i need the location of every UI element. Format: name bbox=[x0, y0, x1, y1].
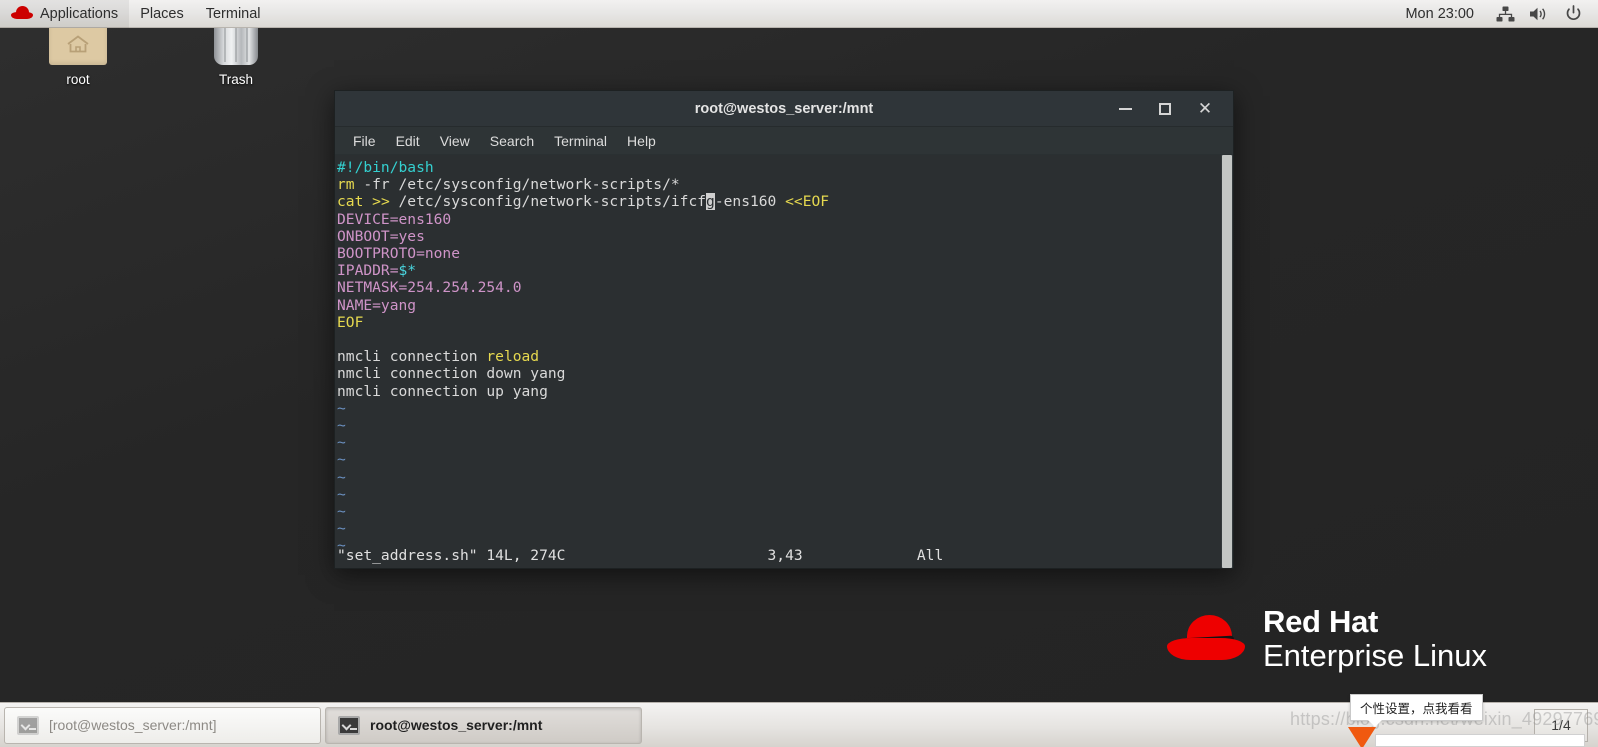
terminal-line: ~ bbox=[337, 434, 346, 452]
terminal-line: ~ bbox=[337, 451, 346, 469]
network-icon bbox=[1496, 6, 1514, 21]
terminal-scrollbar-thumb[interactable] bbox=[1222, 155, 1232, 568]
menu-edit[interactable]: Edit bbox=[386, 130, 430, 152]
power-tray-icon[interactable] bbox=[1556, 0, 1590, 28]
window-minimize-button[interactable] bbox=[1105, 94, 1145, 124]
terminal-line: ONBOOT=yes bbox=[337, 227, 425, 245]
terminal-window[interactable]: root@westos_server:/mnt ✕ File Edit View… bbox=[334, 90, 1234, 569]
volume-icon bbox=[1530, 7, 1546, 20]
window-close-button[interactable]: ✕ bbox=[1185, 94, 1225, 124]
panel-menu-applications[interactable]: Applications bbox=[0, 0, 130, 28]
terminal-line: nmcli connection down yang bbox=[337, 365, 566, 383]
terminal-icon bbox=[17, 715, 39, 735]
panel-clock[interactable]: Mon 23:00 bbox=[1391, 6, 1488, 22]
taskbar-item-label: [root@westos_server:/mnt] bbox=[49, 717, 217, 733]
terminal-line: #!/bin/bash bbox=[337, 159, 434, 176]
terminal-line: ~ bbox=[337, 485, 346, 503]
taskbar-item-label: root@westos_server:/mnt bbox=[370, 717, 543, 733]
panel-menu-places[interactable]: Places bbox=[129, 0, 195, 28]
panel-menu-label: Terminal bbox=[205, 5, 261, 22]
desktop-icon-label: root bbox=[66, 72, 90, 87]
vim-editor-text: #!/bin/bash rm -fr /etc/sysconfig/network… bbox=[335, 159, 1233, 555]
maximize-icon bbox=[1159, 102, 1171, 115]
terminal-content-area[interactable]: #!/bin/bash rm -fr /etc/sysconfig/network… bbox=[335, 155, 1233, 568]
menu-view[interactable]: View bbox=[430, 130, 480, 152]
terminal-line: EOF bbox=[337, 313, 364, 331]
personalization-tooltip[interactable]: 个性设置，点我看看 bbox=[1350, 694, 1483, 727]
taskbar-item-0[interactable]: [root@westos_server:/mnt] bbox=[4, 706, 321, 744]
taskbar-item-1[interactable]: root@westos_server:/mnt bbox=[325, 706, 642, 744]
terminal-line: IPADDR=$* bbox=[337, 262, 417, 280]
terminal-line: NAME=yang bbox=[337, 296, 417, 314]
terminal-line: nmcli connection up yang bbox=[337, 382, 548, 400]
terminal-line: NETMASK=254.254.254.0 bbox=[337, 279, 522, 297]
power-icon bbox=[1566, 5, 1580, 21]
terminal-line: ~ bbox=[337, 520, 346, 538]
home-glyph-icon bbox=[67, 35, 89, 53]
terminal-line: ~ bbox=[337, 503, 346, 521]
network-tray-icon[interactable] bbox=[1488, 0, 1522, 28]
rhel-brand-logo: Red Hat Enterprise Linux bbox=[1167, 606, 1487, 671]
brand-line-1: Red Hat bbox=[1263, 604, 1379, 639]
window-title: root@westos_server:/mnt bbox=[694, 100, 874, 117]
terminal-line: cat >> /etc/sysconfig/network-scripts/if… bbox=[337, 193, 830, 211]
terminal-icon bbox=[338, 715, 360, 735]
panel-menu-terminal[interactable]: Terminal bbox=[195, 0, 272, 28]
tooltip-arrow-icon bbox=[1348, 727, 1376, 747]
vim-status-line: "set_address.sh" 14L, 274C 3,43 All bbox=[337, 547, 944, 564]
terminal-titlebar[interactable]: root@westos_server:/mnt ✕ bbox=[335, 91, 1233, 127]
panel-menu-label: Applications bbox=[40, 5, 119, 22]
top-panel: Applications Places Terminal Mon 23:00 bbox=[0, 0, 1598, 28]
brand-line-2: Enterprise Linux bbox=[1263, 638, 1488, 673]
redhat-fedora-icon bbox=[1167, 614, 1245, 664]
workspace-label: 1/4 bbox=[1551, 717, 1571, 733]
terminal-line: DEVICE=ens160 bbox=[337, 210, 452, 228]
menu-help[interactable]: Help bbox=[617, 130, 666, 152]
terminal-line: ~ bbox=[337, 417, 346, 435]
desktop-icon-label: Trash bbox=[218, 72, 253, 87]
terminal-menubar: File Edit View Search Terminal Help bbox=[335, 127, 1233, 155]
window-maximize-button[interactable] bbox=[1145, 94, 1185, 124]
tooltip-panel bbox=[1375, 734, 1585, 747]
terminal-line: rm -fr /etc/sysconfig/network-scripts/* bbox=[337, 176, 680, 194]
redhat-logo-icon bbox=[11, 6, 33, 21]
volume-tray-icon[interactable] bbox=[1522, 0, 1556, 28]
minimize-icon bbox=[1118, 107, 1132, 110]
panel-menu-label: Places bbox=[140, 5, 184, 22]
terminal-line: nmcli connection reload bbox=[337, 348, 540, 366]
menu-terminal[interactable]: Terminal bbox=[544, 130, 617, 152]
terminal-line: BOOTPROTO=none bbox=[337, 245, 461, 263]
close-icon: ✕ bbox=[1197, 99, 1213, 118]
terminal-line: ~ bbox=[337, 399, 346, 417]
menu-search[interactable]: Search bbox=[480, 130, 544, 152]
menu-file[interactable]: File bbox=[343, 130, 386, 152]
terminal-line: ~ bbox=[337, 468, 346, 486]
terminal-scrollbar[interactable] bbox=[1221, 155, 1233, 568]
